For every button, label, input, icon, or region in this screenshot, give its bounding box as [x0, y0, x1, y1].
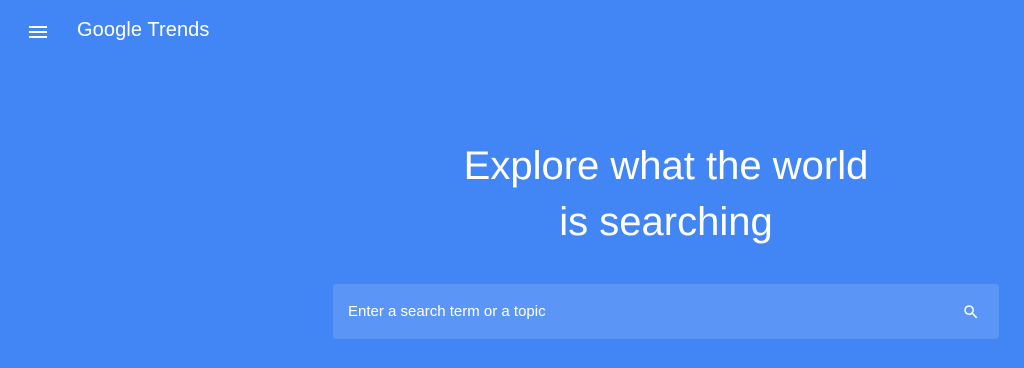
page: Google Trends Explore what the world is …	[0, 0, 1024, 368]
google-trends-logo[interactable]: Google Trends	[77, 19, 210, 42]
hero-heading: Explore what the world is searching	[333, 138, 999, 250]
main-menu-button[interactable]	[20, 14, 56, 50]
hero-line-1: Explore what the world	[463, 144, 869, 188]
header: Google Trends	[0, 0, 1024, 64]
search-button[interactable]	[943, 284, 999, 339]
hamburger-menu-icon	[29, 26, 47, 38]
logo-product: Trends	[147, 19, 210, 41]
logo-brand: Google	[77, 19, 143, 41]
search-input[interactable]	[333, 284, 943, 339]
hero-line-2: is searching	[559, 200, 773, 244]
search-icon	[964, 304, 978, 318]
search-box	[333, 284, 999, 339]
